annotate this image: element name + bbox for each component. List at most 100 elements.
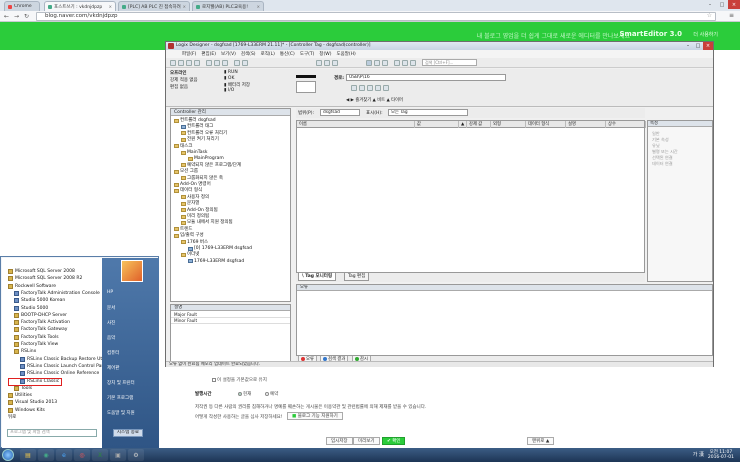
start-program-item[interactable]: FactoryTalk View xyxy=(14,341,58,348)
start-program-item[interactable]: Microsoft SQL Server 2008 xyxy=(8,268,75,275)
start-program-item[interactable]: Studio 5000 Korean xyxy=(14,297,65,304)
menu-help[interactable]: 도움말(H) xyxy=(336,51,355,57)
organizer-tree-item[interactable]: 미리 정의됨 xyxy=(181,214,209,219)
zoom-icon[interactable] xyxy=(324,60,330,66)
start-place-item[interactable]: 장치 및 프린터 xyxy=(107,380,135,386)
organizer-tree-item[interactable]: MainTask xyxy=(181,150,207,155)
preview-button[interactable]: 미리보기 xyxy=(353,437,380,445)
start-program-item[interactable]: Studio 5000 xyxy=(14,305,48,312)
col-constant[interactable]: 상수 xyxy=(606,121,646,128)
minimize-icon[interactable]: – xyxy=(683,42,693,50)
temp-save-button[interactable]: 임시저장 xyxy=(326,437,353,445)
start-place-item[interactable]: 도움말 및 지원 xyxy=(107,410,135,416)
back-arrow-icon[interactable]: ← xyxy=(2,12,11,21)
organizer-tree-item[interactable]: 사용자 정의 xyxy=(181,195,209,200)
ote-icon[interactable] xyxy=(383,85,389,91)
menu-icon[interactable]: ≡ xyxy=(729,12,734,19)
close-icon[interactable]: × xyxy=(703,42,713,50)
col-sort-icon[interactable]: ▲ xyxy=(459,121,467,128)
start-program-item[interactable]: Utilities xyxy=(8,392,32,399)
organizer-tree-item[interactable]: 1769 버스 xyxy=(181,240,208,245)
smart-editor-logo[interactable]: SmartEditor 3.0 xyxy=(619,30,682,38)
organizer-tree-item[interactable]: 모션 그룹 xyxy=(174,169,198,174)
address-bar[interactable]: blog.naver.com/vkdnjdpzp xyxy=(36,12,716,21)
organizer-tree-item[interactable]: MainProgram xyxy=(188,156,224,161)
organizer-tree-item[interactable]: Add-On 명령어 xyxy=(174,182,211,187)
organizer-tree-item[interactable]: 태스크 xyxy=(174,144,192,149)
tab-close-icon[interactable]: × xyxy=(109,4,112,9)
start-program-item[interactable]: FactoryTalk Tools xyxy=(14,334,59,341)
folder-icon[interactable]: ▤ xyxy=(20,449,36,461)
start-button[interactable] xyxy=(2,449,14,461)
radio-now[interactable]: 현재 xyxy=(238,391,251,397)
close-icon[interactable]: × xyxy=(728,0,740,9)
menu-communications[interactable]: 통신(C) xyxy=(280,51,295,57)
radio-reserve[interactable]: 예약 xyxy=(265,391,278,397)
cross-ref-icon[interactable] xyxy=(332,60,338,66)
xic-icon[interactable] xyxy=(367,85,373,91)
system-clock[interactable]: 오전 11:07 2016-07-01 xyxy=(708,450,734,460)
browser-tab[interactable]: [PLC] AB PLC 진 접속하려 × xyxy=(118,1,190,11)
start-program-item[interactable]: Visual Studio 2013 xyxy=(8,399,57,406)
start-program-item[interactable]: RSLinx Classic Launch Control Panel xyxy=(20,363,108,370)
maximize-icon[interactable]: □ xyxy=(693,42,703,50)
start-program-item[interactable]: FactoryTalk Activation xyxy=(14,319,70,326)
organizer-tree-item[interactable]: 컨트롤러 태그 xyxy=(181,124,213,129)
menu-edit[interactable]: 편집(E) xyxy=(201,51,216,57)
col-style[interactable]: 외형 xyxy=(491,121,526,128)
col-force[interactable]: 강제 값 xyxy=(467,121,491,128)
col-description[interactable]: 설명 xyxy=(566,121,606,128)
copy-icon[interactable] xyxy=(214,60,220,66)
start-place-item[interactable]: 음악 xyxy=(107,335,115,341)
browse-icon[interactable] xyxy=(382,60,388,66)
organizer-tree-item[interactable]: 예약되지 않은 프로그램/단계 xyxy=(181,163,241,168)
start-program-item[interactable]: RSLinx xyxy=(14,348,36,355)
new-file-icon[interactable] xyxy=(170,60,176,66)
reserve-feature-button[interactable]: ■ 블로그 기능 지원하기 xyxy=(287,412,343,420)
branch-icon[interactable] xyxy=(359,85,365,91)
organizer-tree-item[interactable]: 입/출력 구성 xyxy=(174,233,204,238)
col-name[interactable]: 이름 xyxy=(297,121,415,128)
maximize-icon[interactable]: □ xyxy=(716,0,728,9)
organizer-tree-item[interactable]: Add-On 정의됨 xyxy=(181,208,218,213)
tag-grid[interactable]: 이름 값 ▲ 강제 값 외형 데이터 형식 설명 상수 xyxy=(296,120,646,273)
organizer-tree-item[interactable]: 전원 켜기 처리기 xyxy=(181,137,219,142)
app-icon[interactable]: ▣ xyxy=(110,449,126,461)
smart-editor-cta[interactable]: 더 사용하기 xyxy=(693,31,718,38)
excel-icon[interactable]: X xyxy=(92,449,108,461)
select-icon[interactable] xyxy=(366,60,372,66)
bookmark-star-icon[interactable]: ☆ xyxy=(707,12,712,19)
download-icon[interactable] xyxy=(402,60,408,66)
start-program-item[interactable]: BOOTP-DHCP Server xyxy=(14,312,67,319)
start-place-item[interactable]: 사진 xyxy=(107,320,115,326)
verify-icon[interactable] xyxy=(316,60,322,66)
redo-icon[interactable] xyxy=(242,60,248,66)
start-program-item[interactable]: FactoryTalk Gateway xyxy=(14,326,67,333)
scope-select[interactable]: dsgfsad xyxy=(320,109,360,116)
start-program-item[interactable]: Rockwell Software xyxy=(8,283,56,290)
tab-close-icon[interactable]: × xyxy=(183,4,186,9)
browser-tab[interactable]: Chrome xyxy=(4,1,40,11)
start-program-item[interactable]: Microsoft SQL Server 2008 R2 xyxy=(8,275,82,282)
start-place-item[interactable]: 문서 xyxy=(107,305,115,311)
organizer-tree-item[interactable]: 컨트롤러 dsgfsad xyxy=(174,118,216,123)
start-program-item[interactable]: RSLinx Classic Online Reference xyxy=(20,370,99,377)
start-place-item[interactable]: 컴퓨터 xyxy=(107,350,119,356)
open-file-icon[interactable] xyxy=(178,60,184,66)
organizer-tree-item[interactable]: 모듈 내에서 지원 정의됨 xyxy=(181,220,233,225)
start-program-item[interactable]: 뒤로 xyxy=(8,414,16,421)
start-place-item[interactable]: 제어판 xyxy=(107,365,119,371)
menu-search[interactable]: 검색(S) xyxy=(241,51,256,57)
shutdown-button[interactable]: 시스템 종료 xyxy=(113,429,143,437)
tab-edit-tags[interactable]: Tag 편집 xyxy=(344,273,370,281)
network-icon[interactable] xyxy=(374,60,380,66)
menu-window[interactable]: 창(W) xyxy=(319,51,331,57)
organizer-tree-item[interactable]: 1769-L33ERM dsgfsad xyxy=(188,259,244,264)
start-place-item[interactable]: HP xyxy=(107,290,113,295)
path-select[interactable]: USB\P\16 xyxy=(346,74,506,81)
cut-icon[interactable] xyxy=(206,60,212,66)
minimize-icon[interactable]: – xyxy=(704,0,716,9)
paste-icon[interactable] xyxy=(222,60,228,66)
organizer-tree-item[interactable]: 데이터 형식 xyxy=(174,188,202,193)
save-icon[interactable] xyxy=(186,60,192,66)
